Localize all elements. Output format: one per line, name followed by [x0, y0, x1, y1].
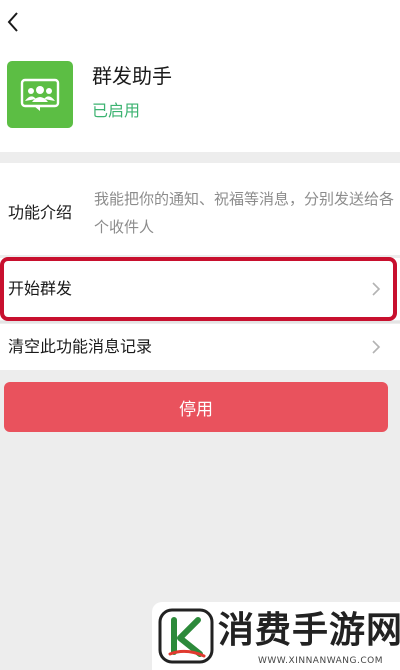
intro-description: 我能把你的通知、祝福等消息，分别发送给各个收件人 — [94, 190, 395, 236]
app-header: 群发助手 已启用 — [0, 0, 400, 152]
feature-intro: 功能介绍 我能把你的通知、祝福等消息，分别发送给各个收件人 — [0, 163, 400, 255]
watermark-logo — [158, 608, 214, 664]
watermark-name: 消费手游网 — [218, 609, 400, 651]
watermark-url: WWW.XINNANWANG.COM — [258, 656, 383, 666]
group-chat-icon — [20, 78, 60, 111]
chevron-right-icon — [370, 339, 382, 355]
watermark: 消费手游网 WWW.XINNANWANG.COM — [152, 602, 400, 670]
start-broadcast-label: 开始群发 — [8, 279, 73, 298]
chevron-left-icon — [7, 12, 18, 32]
status-badge: 已启用 — [92, 101, 141, 120]
app-icon — [7, 61, 73, 128]
app-title: 群发助手 — [92, 64, 172, 88]
clear-history-label: 清空此功能消息记录 — [8, 337, 153, 356]
clear-history-row[interactable]: 清空此功能消息记录 — [0, 324, 400, 370]
intro-label: 功能介绍 — [8, 203, 73, 222]
disable-button[interactable]: 停用 — [4, 382, 388, 432]
chevron-right-icon — [370, 281, 382, 297]
start-broadcast-row[interactable]: 开始群发 — [0, 258, 400, 320]
row-divider — [0, 321, 400, 323]
back-button[interactable] — [4, 8, 22, 36]
